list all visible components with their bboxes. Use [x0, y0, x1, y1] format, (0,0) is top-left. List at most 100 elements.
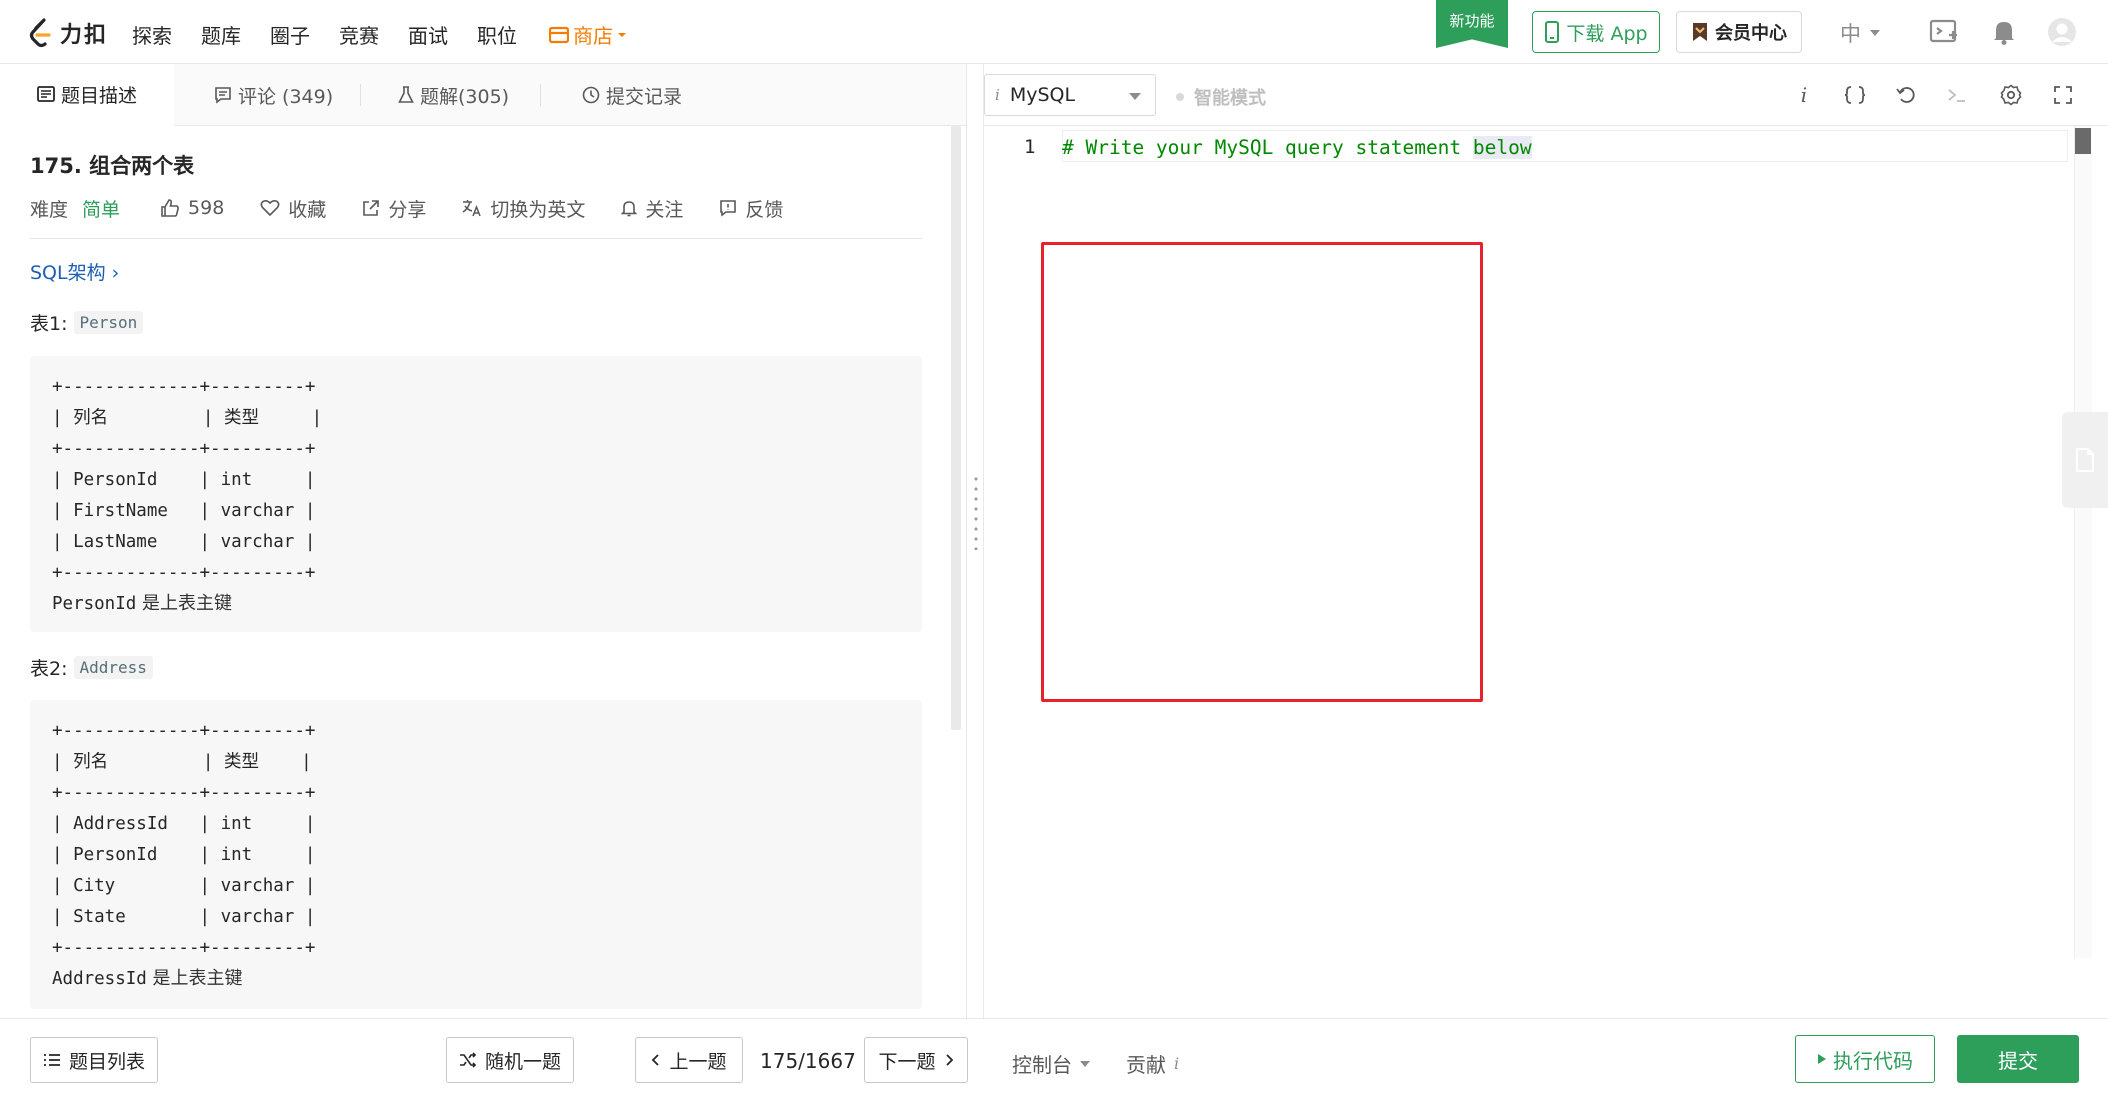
nav-interview[interactable]: 面试: [408, 20, 448, 49]
toggle-dot-icon: [1176, 93, 1184, 101]
notes-side-tab[interactable]: [2062, 412, 2108, 508]
flask-icon: [398, 86, 414, 103]
code-editor[interactable]: 1 # Write your MySQL query statement bel…: [984, 126, 2092, 958]
avatar[interactable]: [2046, 16, 2078, 48]
like-button[interactable]: 598: [160, 197, 224, 219]
follow-button[interactable]: 关注: [621, 195, 683, 222]
language-switcher[interactable]: 中: [1840, 18, 1881, 48]
table1-schema: +-------------+---------+ | 列名 | 类型 | +-…: [52, 377, 323, 583]
info-icon[interactable]: i: [1789, 80, 1819, 110]
info-icon: i: [1174, 1054, 1180, 1073]
prev-problem-button[interactable]: 上一题: [635, 1037, 743, 1083]
chevron-down-icon: [1870, 30, 1880, 36]
drag-handle-icon: [974, 474, 978, 550]
editor-toolbar: i MySQL 智能模式 i: [984, 64, 2108, 126]
sql-schema-link[interactable]: SQL架构 ›: [30, 258, 119, 285]
tab-comments[interactable]: 评论 (349): [214, 64, 333, 126]
annotation-highlight-box: [1041, 242, 1483, 702]
nav-problemset[interactable]: 题库: [201, 20, 241, 49]
feedback-button[interactable]: 反馈: [719, 195, 783, 222]
problem-panel: 题目描述 评论 (349) 题解(305) 提交记录 175. 组合两个表 难度…: [0, 64, 966, 1020]
vip-center-button[interactable]: 会员中心: [1676, 11, 1802, 53]
reset-icon[interactable]: [1891, 80, 1921, 110]
bell-outline-icon: [621, 201, 638, 217]
tab-submissions[interactable]: 提交记录: [582, 64, 682, 126]
favorite-button[interactable]: 收藏: [260, 195, 326, 222]
editor-scrollbar-thumb[interactable]: [2075, 128, 2091, 154]
submit-label: 提交: [1998, 1048, 2038, 1073]
bookmark-icon: [1693, 23, 1707, 41]
bottom-bar: 题目列表 随机一题 上一题 175/1667 下一题 控制台 贡献 i 执行代码…: [0, 1018, 2108, 1097]
tab-submissions-label: 提交记录: [606, 85, 683, 108]
chevron-down-icon: [1129, 93, 1141, 100]
fullscreen-icon[interactable]: [2048, 80, 2078, 110]
tab-divider: [540, 84, 541, 106]
nav-explore[interactable]: 探索: [132, 20, 172, 49]
language-select[interactable]: i MySQL: [984, 74, 1156, 116]
contribute-button[interactable]: 贡献 i: [1126, 1049, 1179, 1078]
shuffle-icon: [459, 1052, 477, 1068]
language-select-value: MySQL: [1009, 84, 1076, 106]
random-problem-button[interactable]: 随机一题: [446, 1037, 574, 1083]
table2-name: Address: [73, 656, 153, 679]
console-toggle[interactable]: 控制台: [1012, 1049, 1090, 1078]
random-problem-label: 随机一题: [484, 1050, 561, 1073]
share-label: 分享: [388, 198, 427, 221]
feedback-label: 反馈: [745, 198, 784, 221]
prev-problem-label: 上一题: [669, 1050, 727, 1073]
chevron-left-icon: [652, 1054, 660, 1066]
chevron-down-icon: [1080, 1060, 1090, 1067]
code-comment: # Write your MySQL query statement: [1062, 136, 1473, 159]
run-code-label: 执行代码: [1833, 1048, 1913, 1073]
heart-icon: [260, 199, 280, 217]
nav-contest[interactable]: 竞赛: [339, 20, 379, 49]
nav-store[interactable]: 商店: [549, 20, 627, 49]
switch-language-button[interactable]: 切换为英文: [462, 195, 585, 222]
chevron-down-icon: [618, 32, 626, 37]
next-problem-button[interactable]: 下一题: [864, 1037, 968, 1083]
contribute-label: 贡献: [1126, 1053, 1166, 1077]
format-code-icon[interactable]: [1840, 80, 1870, 110]
leetcode-logo[interactable]: 力扣: [28, 16, 108, 50]
panel-resize-handle[interactable]: [966, 64, 984, 1020]
nav-jobs[interactable]: 职位: [477, 20, 517, 49]
table2-pk-column: AddressId: [52, 969, 147, 989]
share-button[interactable]: 分享: [362, 195, 426, 222]
vip-center-label: 会员中心: [1715, 23, 1787, 44]
next-problem-label: 下一题: [878, 1050, 936, 1073]
settings-icon[interactable]: [1996, 80, 2026, 110]
thumbs-up-icon: [161, 199, 179, 217]
nav-circle[interactable]: 圈子: [270, 20, 310, 49]
translate-icon: [462, 200, 482, 217]
tab-description-label: 题目描述: [60, 84, 137, 107]
submit-button[interactable]: 提交: [1957, 1035, 2079, 1083]
table1-name: Person: [73, 311, 144, 334]
smart-mode-toggle[interactable]: 智能模式: [1176, 84, 1266, 110]
language-label: 中: [1840, 22, 1861, 46]
line-number: 1: [1024, 136, 1036, 158]
problem-list-button[interactable]: 题目列表: [30, 1037, 158, 1083]
problem-tabbar: 题目描述 评论 (349) 题解(305) 提交记录: [0, 64, 966, 126]
tab-description[interactable]: 题目描述: [0, 64, 174, 126]
problem-scrollbar[interactable]: [951, 126, 961, 730]
document-icon: [37, 86, 55, 102]
playground-icon[interactable]: [1928, 16, 1960, 48]
bell-icon[interactable]: [1988, 16, 2020, 48]
problem-pager: 175/1667: [760, 1049, 856, 1073]
table2-schema: +-------------+---------+ | 列名 | 类型 | +-…: [52, 721, 316, 958]
editor-scrollbar[interactable]: [2074, 126, 2092, 958]
table2-heading: 表2: Address: [30, 654, 153, 681]
clock-icon: [582, 86, 600, 104]
run-code-button[interactable]: 执行代码: [1795, 1035, 1935, 1083]
new-feature-badge[interactable]: 新功能: [1436, 0, 1508, 48]
divider: [30, 238, 922, 239]
logo-text: 力扣: [60, 23, 109, 48]
play-icon: [1818, 1054, 1826, 1064]
table1-label: 表1:: [30, 313, 68, 335]
download-app-button[interactable]: 下载 App: [1532, 11, 1660, 53]
nav-store-label: 商店: [573, 24, 613, 48]
store-icon: [549, 26, 569, 43]
tab-solutions[interactable]: 题解(305): [398, 64, 509, 126]
terminal-icon[interactable]: [1942, 80, 1972, 110]
code-line[interactable]: # Write your MySQL query statement below: [1062, 136, 1532, 159]
